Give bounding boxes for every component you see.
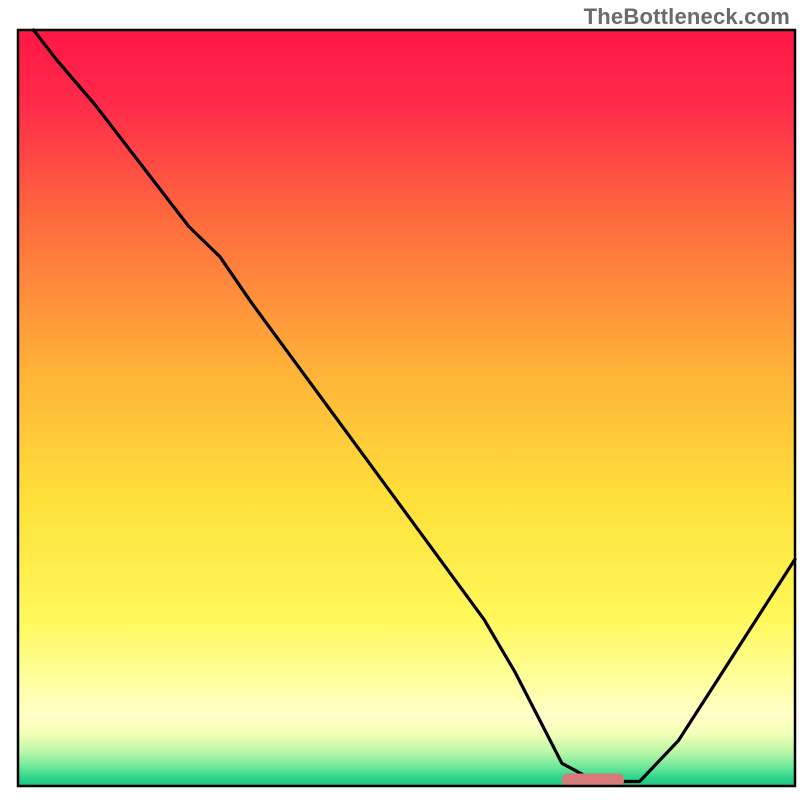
bottleneck-chart xyxy=(0,0,800,800)
optimal-range-marker xyxy=(562,773,624,786)
chart-container: TheBottleneck.com xyxy=(0,0,800,800)
watermark-text: TheBottleneck.com xyxy=(584,4,790,30)
plot-background xyxy=(18,30,795,786)
